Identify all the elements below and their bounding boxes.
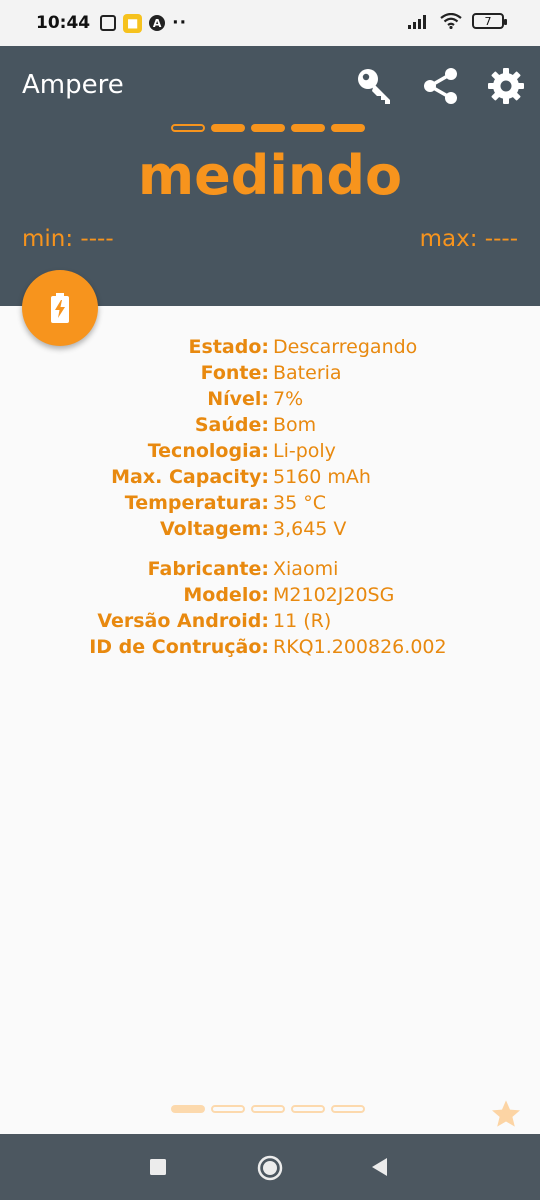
page-dot — [211, 1105, 245, 1113]
info-value: Descarregando — [273, 336, 418, 358]
info-row-build-id: ID de Contrução: RKQ1.200826.002 — [0, 634, 540, 660]
home-button[interactable] — [257, 1155, 283, 1181]
info-value: 5160 mAh — [273, 466, 371, 488]
wifi-icon — [440, 13, 462, 29]
min-value: min: ---- — [22, 226, 114, 252]
info-value: Li-poly — [273, 440, 336, 462]
more-notifications-icon: ·· — [172, 13, 188, 33]
notification-icons: ■ A ·· — [100, 13, 187, 33]
page-dot-active — [171, 1105, 205, 1113]
info-value: M2102J20SG — [273, 584, 395, 606]
info-label: Modelo: — [183, 584, 269, 606]
info-label: Estado: — [188, 336, 269, 358]
max-value: max: ---- — [419, 226, 518, 252]
status-bar: 10:44 ■ A ·· 7 — [0, 0, 540, 46]
info-label: Max. Capacity: — [111, 466, 269, 488]
info-row-fabricante: Fabricante: Xiaomi — [0, 556, 540, 582]
page-dot — [211, 124, 245, 132]
info-value: Bom — [273, 414, 317, 436]
info-value: 7% — [273, 388, 304, 410]
info-row-saude: Saúde: Bom — [0, 412, 540, 438]
message-notification-icon — [100, 15, 117, 31]
key-icon[interactable] — [355, 66, 395, 106]
info-row-nivel: Nível: 7% — [0, 386, 540, 412]
info-value: 35 °C — [273, 492, 326, 514]
back-button[interactable] — [372, 1158, 388, 1176]
info-value: 3,645 V — [273, 518, 347, 540]
battery-charging-icon — [51, 293, 69, 323]
gear-icon[interactable] — [486, 66, 526, 106]
page-dot — [291, 1105, 325, 1113]
page-dot — [251, 1105, 285, 1113]
info-value: Xiaomi — [273, 558, 339, 580]
measurement-status: medindo — [137, 144, 403, 207]
meter-page-indicator — [171, 124, 365, 132]
info-value: 11 (R) — [273, 610, 332, 632]
app-notification-icon: ■ — [123, 13, 143, 33]
system-navigation-bar — [0, 1134, 540, 1200]
info-label: ID de Contrução: — [89, 636, 269, 658]
info-row-estado: Estado: Descarregando — [0, 334, 540, 360]
info-panel: Estado: Descarregando Fonte: Bateria Nív… — [0, 334, 540, 660]
info-label: Voltagem: — [159, 518, 269, 540]
info-row-modelo: Modelo: M2102J20SG — [0, 582, 540, 608]
page-dot — [251, 124, 285, 132]
info-row-voltagem: Voltagem: 3,645 V — [0, 516, 540, 542]
status-time: 10:44 — [36, 13, 91, 33]
info-label: Nível: — [207, 388, 269, 410]
info-row-android-version: Versão Android: 11 (R) — [0, 608, 540, 634]
signal-icon — [408, 15, 426, 29]
info-label: Saúde: — [194, 414, 269, 436]
info-label: Versão Android: — [97, 610, 269, 632]
app-header: Ampere medindo min: ---- max: ---- — [0, 46, 540, 306]
star-icon[interactable] — [490, 1098, 522, 1130]
info-row-tecnologia: Tecnologia: Li-poly — [0, 438, 540, 464]
battery-icon: 7 — [472, 13, 507, 29]
system-indicators: 7 — [408, 13, 507, 29]
recents-button[interactable] — [150, 1159, 166, 1175]
a-notification-icon: A — [149, 15, 166, 31]
info-label: Fabricante: — [147, 558, 269, 580]
page-dot — [331, 1105, 365, 1113]
battery-level-text: 7 — [484, 14, 492, 28]
info-label: Temperatura: — [124, 492, 269, 514]
app-title: Ampere — [22, 70, 124, 100]
page-dot-active — [171, 124, 205, 132]
page-dot — [331, 124, 365, 132]
info-row-temperatura: Temperatura: 35 °C — [0, 490, 540, 516]
info-row-capacity: Max. Capacity: 5160 mAh — [0, 464, 540, 490]
share-icon[interactable] — [421, 66, 461, 106]
info-row-fonte: Fonte: Bateria — [0, 360, 540, 386]
info-value: Bateria — [273, 362, 342, 384]
info-label: Tecnologia: — [147, 440, 269, 462]
page-indicator — [171, 1105, 365, 1113]
info-value: RKQ1.200826.002 — [273, 636, 447, 658]
page-dot — [291, 124, 325, 132]
info-label: Fonte: — [200, 362, 269, 384]
